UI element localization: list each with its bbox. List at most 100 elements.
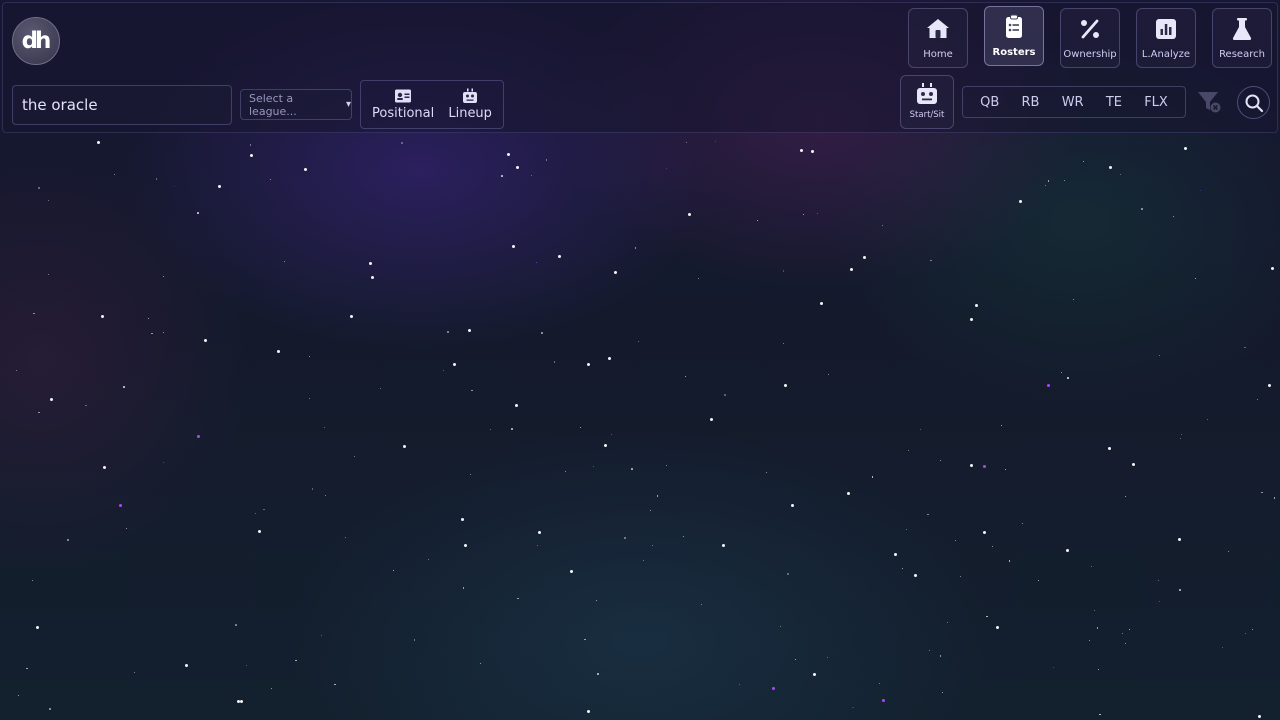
star (1199, 190, 1201, 191)
star (1109, 165, 1113, 169)
positional-view-label: Positional (372, 106, 435, 121)
star (902, 568, 904, 569)
star (1099, 713, 1101, 716)
start-sit-button[interactable]: Start/Sit (900, 75, 954, 129)
nav-research-button[interactable]: Research (1212, 8, 1272, 68)
star (982, 530, 986, 534)
star (1063, 179, 1065, 181)
clear-filter-button[interactable] (1196, 89, 1224, 115)
robot-icon (917, 83, 937, 104)
star (1159, 355, 1160, 357)
position-filter-rb[interactable]: RB (1018, 91, 1044, 114)
star (992, 546, 993, 547)
star (38, 411, 40, 414)
nav-ownership-button[interactable]: Ownership (1060, 8, 1120, 68)
search-icon (1245, 94, 1263, 112)
star (1158, 579, 1160, 581)
star (724, 394, 726, 396)
nav-home-label: Home (923, 49, 953, 60)
star (871, 476, 874, 478)
star (49, 397, 53, 401)
position-filter-flx[interactable]: FLX (1140, 91, 1172, 114)
star (26, 667, 28, 670)
star (1206, 418, 1208, 420)
star (722, 544, 726, 548)
star (810, 149, 814, 153)
star (772, 686, 775, 690)
star (284, 260, 286, 262)
app-logo[interactable]: dh (12, 17, 60, 65)
position-filter-qb[interactable]: QB (976, 91, 1003, 114)
star (113, 173, 116, 176)
star (791, 503, 795, 507)
star (1183, 146, 1187, 150)
star (1008, 560, 1011, 562)
star (656, 495, 659, 497)
star (570, 570, 573, 574)
star (852, 706, 854, 709)
star (1251, 628, 1254, 631)
star (1172, 215, 1175, 218)
star (1096, 627, 1099, 629)
star (982, 465, 986, 468)
star (323, 427, 325, 429)
logo-text: dh (21, 28, 52, 54)
star (308, 356, 310, 358)
star (1018, 200, 1022, 204)
nav-home-button[interactable]: Home (908, 8, 968, 68)
star (512, 245, 515, 249)
star (913, 573, 917, 577)
star (683, 536, 685, 537)
home-icon (927, 19, 949, 38)
position-filter-te[interactable]: TE (1102, 91, 1126, 114)
star (276, 349, 280, 353)
star (1045, 184, 1047, 186)
star (334, 683, 336, 686)
star (379, 387, 382, 390)
star (469, 473, 472, 476)
nav-rosters-button[interactable]: Rosters (984, 6, 1044, 66)
star (515, 404, 518, 408)
star (545, 159, 548, 161)
star (784, 384, 788, 388)
lineup-view-button[interactable]: Lineup (442, 88, 498, 121)
star (862, 256, 866, 260)
star (163, 462, 165, 464)
star (782, 270, 784, 272)
star (1060, 372, 1062, 373)
star (541, 332, 543, 334)
team-search-input[interactable] (12, 85, 232, 125)
filter-clear-icon (1198, 92, 1221, 113)
nav-ownership-label: Ownership (1063, 49, 1117, 60)
view-toggle-group: Positional Lineup (360, 80, 504, 129)
star (249, 153, 253, 157)
star (1261, 491, 1263, 493)
star (1022, 522, 1023, 524)
star (1227, 551, 1229, 553)
star (254, 512, 256, 514)
star (597, 673, 599, 675)
star (249, 144, 252, 146)
star (270, 687, 272, 689)
nav-lanalyze-button[interactable]: L.Analyze (1136, 8, 1196, 68)
star (1124, 495, 1127, 498)
nav-rosters-label: Rosters (992, 47, 1036, 58)
star (531, 175, 533, 177)
star (649, 510, 651, 512)
search-button[interactable] (1237, 86, 1270, 119)
star (401, 142, 403, 144)
star (826, 657, 828, 658)
star (67, 539, 69, 541)
star (462, 587, 465, 589)
position-filter-wr[interactable]: WR (1058, 91, 1088, 114)
star (930, 259, 932, 262)
star (940, 460, 941, 461)
star (586, 709, 590, 713)
league-select[interactable]: Select a league... ▾ (240, 89, 352, 120)
star (794, 658, 796, 660)
star (1037, 579, 1039, 581)
star (119, 503, 123, 507)
star (624, 537, 626, 539)
star (816, 212, 818, 214)
positional-view-button[interactable]: Positional (366, 88, 440, 121)
